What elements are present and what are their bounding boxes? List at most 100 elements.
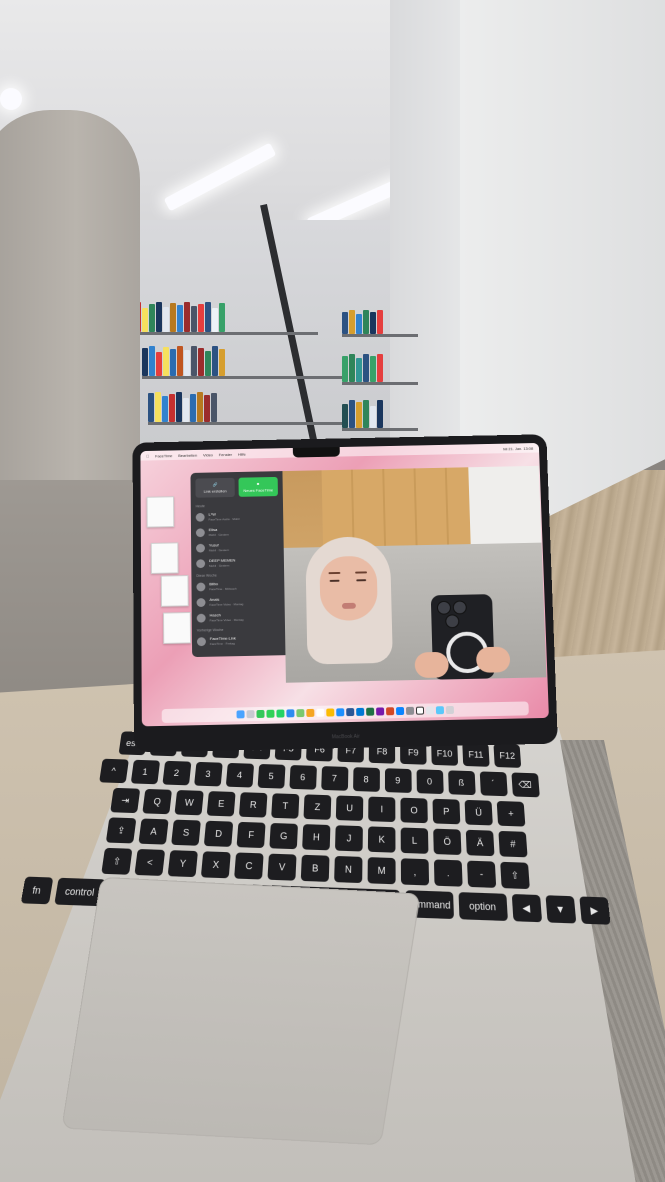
key[interactable]: 2 xyxy=(161,760,191,786)
preview-icon[interactable] xyxy=(435,706,445,715)
key[interactable]: 5 xyxy=(257,763,286,789)
key[interactable]: Ü xyxy=(464,799,493,826)
powerpoint-icon[interactable] xyxy=(386,707,395,716)
outlook-icon[interactable] xyxy=(356,707,365,716)
finder-icon[interactable] xyxy=(236,710,245,719)
key[interactable]: Z xyxy=(303,794,332,820)
chatgpt-icon[interactable] xyxy=(425,706,435,715)
chrome-icon[interactable] xyxy=(326,708,335,717)
key[interactable]: 9 xyxy=(384,768,412,793)
messages-icon[interactable] xyxy=(266,709,275,718)
key[interactable]: F11 xyxy=(462,742,490,767)
desktop-file-icon[interactable] xyxy=(146,496,175,528)
key[interactable]: O xyxy=(400,797,428,824)
create-link-button[interactable]: 🔗 Link erstellen xyxy=(195,477,235,498)
key[interactable]: , xyxy=(400,858,430,886)
key[interactable]: D xyxy=(203,820,234,847)
key[interactable]: A xyxy=(138,818,169,845)
notion-icon[interactable] xyxy=(415,706,425,715)
desktop-file-icon[interactable] xyxy=(160,575,189,607)
facetime-icon[interactable] xyxy=(256,709,265,719)
key[interactable]: ⇪ xyxy=(105,817,137,844)
safari-icon[interactable] xyxy=(336,708,345,717)
key[interactable]: fn xyxy=(20,876,53,905)
desktop-file-icon[interactable] xyxy=(150,542,179,574)
key[interactable]: H xyxy=(302,824,331,851)
key[interactable]: C xyxy=(234,852,264,880)
key[interactable]: 7 xyxy=(320,766,348,791)
call-row[interactable]: FaceTime-Link FaceTime · Freitag xyxy=(192,632,285,650)
key[interactable]: Y xyxy=(167,850,198,878)
key[interactable]: ▶ xyxy=(578,896,611,925)
calendar-icon[interactable] xyxy=(316,708,325,717)
onenote-icon[interactable] xyxy=(376,707,385,716)
key[interactable]: 3 xyxy=(193,761,223,787)
key[interactable]: 6 xyxy=(288,765,317,790)
key[interactable]: ⇥ xyxy=(110,787,141,814)
key[interactable]: ´ xyxy=(479,771,508,797)
key[interactable]: E xyxy=(206,791,236,817)
key[interactable]: M xyxy=(367,857,396,885)
word-icon[interactable] xyxy=(346,708,355,717)
key[interactable]: L xyxy=(400,827,429,854)
key[interactable]: R xyxy=(238,792,268,818)
trash-icon[interactable] xyxy=(445,705,455,715)
key[interactable]: # xyxy=(498,830,528,858)
pursed-lips xyxy=(341,602,356,609)
key[interactable]: P xyxy=(432,798,461,825)
key[interactable]: + xyxy=(496,800,526,827)
key[interactable]: 8 xyxy=(352,767,380,792)
desktop-file-icon[interactable] xyxy=(163,612,192,644)
key[interactable]: T xyxy=(271,793,300,819)
excel-icon[interactable] xyxy=(366,707,375,716)
key[interactable]: - xyxy=(467,860,497,888)
apple-icon[interactable]:  xyxy=(146,453,149,458)
key[interactable]: J xyxy=(334,825,363,852)
avatar xyxy=(196,582,206,591)
key[interactable]: < xyxy=(134,848,166,876)
key[interactable]: G xyxy=(269,822,298,850)
key[interactable]: ^ xyxy=(98,758,129,784)
new-facetime-button[interactable]: ■ Neues FaceTime xyxy=(238,476,278,497)
key[interactable]: option xyxy=(457,892,508,921)
key[interactable]: ⌫ xyxy=(510,772,540,798)
launchpad-icon[interactable] xyxy=(246,710,255,719)
call-detail: Mobil · Gestern xyxy=(208,532,229,537)
key[interactable]: V xyxy=(267,853,297,881)
trackpad[interactable] xyxy=(61,876,421,1146)
key[interactable]: U xyxy=(335,795,364,821)
menu-item[interactable]: Bearbeiten xyxy=(178,452,197,457)
key[interactable]: F xyxy=(236,821,266,849)
menu-item[interactable]: Fenster xyxy=(219,452,232,457)
key[interactable]: ▼ xyxy=(544,895,576,924)
key[interactable]: S xyxy=(171,819,201,846)
key[interactable]: ß xyxy=(447,770,476,796)
key[interactable]: B xyxy=(300,854,330,882)
key[interactable]: X xyxy=(200,851,231,879)
key[interactable]: W xyxy=(174,790,204,816)
menu-item[interactable]: Hilfe xyxy=(238,451,246,456)
key[interactable]: Ö xyxy=(433,828,462,856)
menu-item[interactable]: Video xyxy=(203,452,213,457)
call-detail: FaceTime · Mittwoch xyxy=(209,586,237,592)
key[interactable]: F12 xyxy=(493,743,522,768)
key[interactable]: ⇧ xyxy=(101,847,133,875)
key[interactable]: N xyxy=(334,855,363,884)
maps-icon[interactable] xyxy=(296,709,305,718)
key[interactable]: 0 xyxy=(416,769,444,795)
key[interactable]: I xyxy=(368,796,396,823)
key[interactable]: ⇧ xyxy=(500,861,530,890)
menu-app-name[interactable]: FaceTime xyxy=(155,453,172,458)
mail-icon[interactable] xyxy=(286,709,295,718)
settings-icon[interactable] xyxy=(405,706,415,715)
photos-icon[interactable] xyxy=(306,708,315,717)
key[interactable]: . xyxy=(433,859,463,887)
key[interactable]: Q xyxy=(142,788,173,815)
key[interactable]: 1 xyxy=(130,759,160,785)
key[interactable]: 4 xyxy=(225,762,254,788)
whatsapp-icon[interactable] xyxy=(276,709,285,718)
app-store-icon[interactable] xyxy=(395,707,405,716)
key[interactable]: K xyxy=(367,826,396,853)
key[interactable]: ◀ xyxy=(511,893,542,923)
key[interactable]: Ä xyxy=(465,829,495,857)
